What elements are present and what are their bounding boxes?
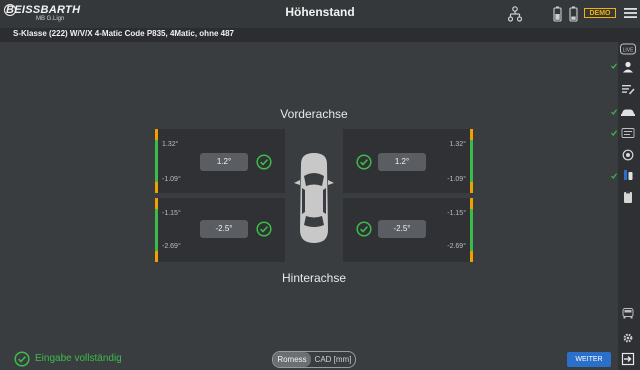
check-circle-icon <box>356 221 372 237</box>
gear-icon[interactable] <box>619 331 637 345</box>
lower-limit-value: -1.09° <box>162 176 181 183</box>
check-circle-icon <box>14 351 30 367</box>
logo-text: BEISSBARTH <box>6 4 81 16</box>
wheel-card-front-left: 1.32° -1.09° 1.2° <box>155 129 285 193</box>
wheel-card-front-right: 1.32° -1.09° 1.2° <box>343 129 473 193</box>
upper-limit-value: 1.32° <box>449 141 466 148</box>
user-icon[interactable] <box>619 60 637 74</box>
vehicle-description: S-Klasse (222) W/V/X 4-Matic Code P835, … <box>13 29 234 38</box>
live-icon[interactable]: LIVE <box>619 42 637 56</box>
active-step-icon[interactable] <box>619 168 637 182</box>
unit-toggle[interactable]: Romess CAD [mm] <box>272 351 356 368</box>
limit-indicator-bar <box>155 198 158 262</box>
battery-icon <box>553 6 562 22</box>
check-circle-icon <box>356 154 372 170</box>
check-circle-icon <box>256 221 272 237</box>
measured-value: -2.5° <box>200 220 248 238</box>
battery-icon <box>569 6 578 22</box>
edit-list-icon[interactable] <box>619 82 637 96</box>
check-small-icon <box>611 109 617 115</box>
wheel-card-rear-right: -1.15° -2.69° -2.5° <box>343 198 473 262</box>
page-title: Höhenstand <box>285 5 355 19</box>
limit-indicator-bar <box>470 198 473 262</box>
vehicle-info-bar: S-Klasse (222) W/V/X 4-Matic Code P835, … <box>0 28 640 42</box>
measured-value: -2.5° <box>378 220 426 238</box>
upper-limit-value: -1.15° <box>447 210 466 217</box>
demo-badge: DEMO <box>584 8 616 18</box>
check-small-icon <box>611 63 617 69</box>
vehicle-icon[interactable] <box>619 105 637 119</box>
hamburger-menu-icon[interactable] <box>624 7 637 19</box>
top-bar: BEISSBARTH MB G.Lign Höhenstand DEMO <box>0 0 640 28</box>
clipboard-icon[interactable] <box>619 190 637 204</box>
upper-limit-value: -1.15° <box>162 210 181 217</box>
check-small-icon <box>611 130 617 136</box>
measured-value: 1.2° <box>200 153 248 171</box>
beissbarth-logo: BEISSBARTH MB G.Lign <box>4 4 92 26</box>
car-top-view-icon <box>294 153 334 243</box>
lower-limit-value: -2.69° <box>162 243 181 250</box>
lower-limit-value: -2.69° <box>447 243 466 250</box>
upper-limit-value: 1.32° <box>162 141 179 148</box>
rear-axle-label: Hinterachse <box>281 271 347 285</box>
wheel-sensor-icon[interactable] <box>619 148 637 162</box>
front-axle-label: Vorderachse <box>280 107 348 121</box>
check-small-icon <box>611 173 617 179</box>
exit-icon[interactable] <box>619 352 637 366</box>
next-button[interactable]: WEITER <box>567 352 611 367</box>
lower-limit-value: -1.09° <box>447 176 466 183</box>
unit-option-romess[interactable]: Romess <box>273 352 311 367</box>
logo-subtext: MB G.Lign <box>36 16 65 22</box>
limit-indicator-bar <box>470 129 473 193</box>
unit-option-cad[interactable]: CAD [mm] <box>311 352 355 367</box>
network-tree-icon[interactable] <box>508 6 522 22</box>
limit-indicator-bar <box>155 129 158 193</box>
check-circle-icon <box>256 154 272 170</box>
settings-values-icon[interactable] <box>619 126 637 140</box>
live-label: LIVE <box>623 47 635 53</box>
status-text: Eingabe vollständig <box>35 353 122 364</box>
wheel-card-rear-left: -1.15° -2.69° -2.5° <box>155 198 285 262</box>
measured-value: 1.2° <box>378 153 426 171</box>
vehicle-front-icon[interactable] <box>619 306 637 320</box>
